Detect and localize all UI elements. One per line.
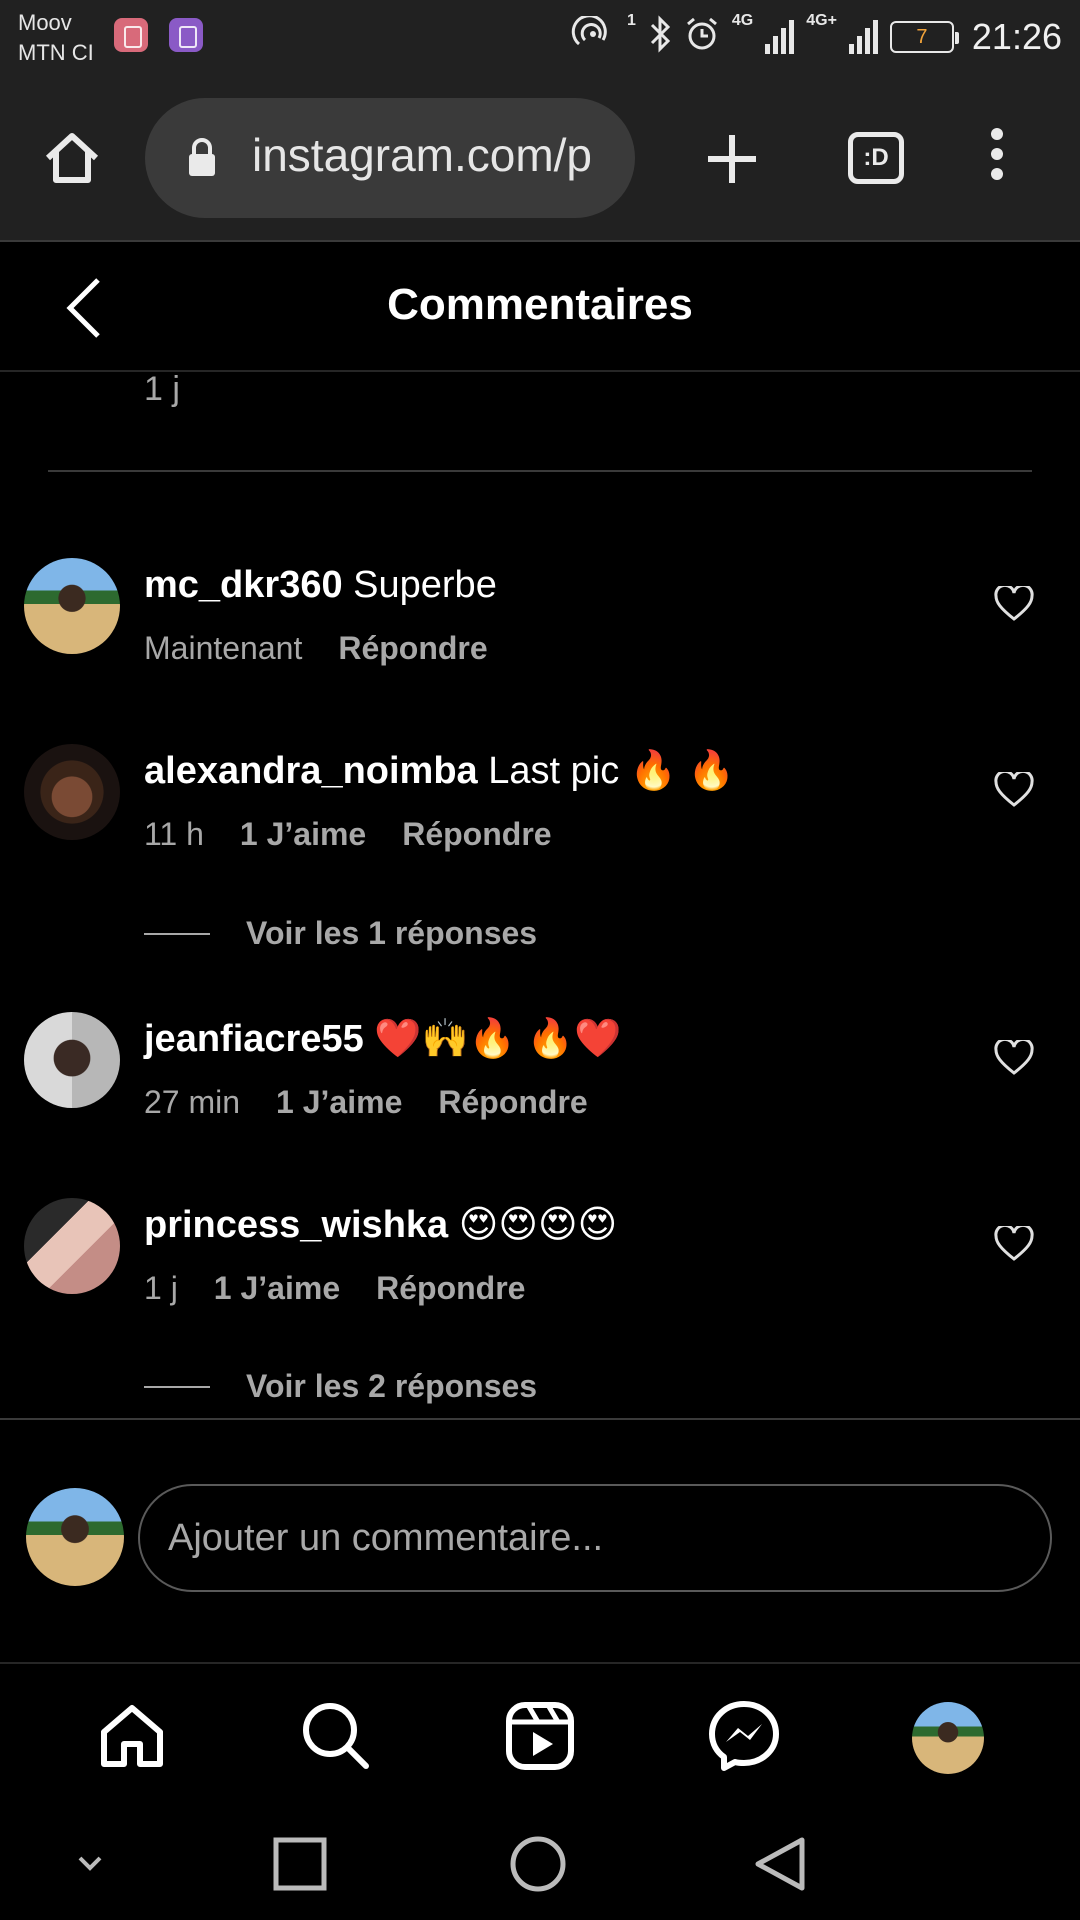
signal-icon-1 [765,20,795,54]
messenger-icon [709,1701,779,1771]
reply-button[interactable]: Répondre [376,1270,525,1307]
avatar[interactable] [24,1198,120,1294]
home-icon [101,1705,163,1767]
comment-time: 27 min [144,1084,241,1120]
chevron-down-icon [78,1856,102,1871]
nav-reels[interactable] [504,1700,576,1772]
network-type-2: 4G+ [806,12,837,29]
signal-icon-2 [848,20,878,54]
avatar[interactable] [24,744,120,840]
comment-text: Last pic 🔥 🔥 [488,750,735,792]
home-circle-icon [510,1836,566,1892]
avatar[interactable] [24,558,120,654]
reply-button[interactable]: Répondre [338,630,487,667]
caption-divider [48,470,1032,472]
recents-button[interactable] [272,1836,328,1892]
clock: 21:26 [971,16,1062,57]
notification-app-icon [114,18,148,52]
comment-username[interactable]: jeanfiacre55 [144,1018,364,1060]
reply-button[interactable]: Répondre [402,816,551,853]
heart-icon[interactable] [994,1040,1034,1076]
lock-icon [189,138,215,176]
comments-header: Commentaires [0,244,1080,372]
comment-username[interactable]: mc_dkr360 [144,564,343,606]
comment-username[interactable]: princess_wishka [144,1204,448,1246]
hotspot-icon [571,14,615,58]
address-bar[interactable]: instagram.com/p [145,98,635,218]
new-tab-button[interactable] [704,131,760,187]
page-title: Commentaires [387,280,693,329]
browser-menu-button[interactable] [985,128,1009,188]
carrier-info: Moov MTN CI [18,8,94,68]
recents-icon [273,1837,327,1891]
current-user-avatar [26,1488,124,1586]
comment-input[interactable] [138,1484,1052,1592]
hotspot-count: 1 [626,12,636,29]
browser-home-button[interactable] [40,126,104,190]
nav-profile-avatar[interactable] [912,1702,984,1774]
carrier-2: MTN CI [18,40,94,65]
nav-home[interactable] [96,1700,168,1772]
reply-button[interactable]: Répondre [438,1084,587,1121]
comment-text: Superbe [353,564,497,606]
bottom-navigation [0,1666,1080,1806]
network-type-1: 4G [731,12,754,29]
view-replies-button[interactable]: Voir les 1 réponses [144,915,537,952]
home-button[interactable] [510,1836,566,1892]
gallery-notification-icon [169,18,203,52]
likes-count[interactable]: 1 J’aime [214,1270,340,1307]
system-navigation [0,1806,1080,1920]
tab-switcher-label: :D [863,144,889,171]
comment-username[interactable]: alexandra_noimba [144,750,478,792]
status-icons: 1 4G 4G+ 7 21:26 [571,12,1062,62]
replies-line [144,932,210,935]
heart-icon[interactable] [994,1226,1034,1262]
heart-icon[interactable] [994,586,1034,622]
bluetooth-icon [648,15,672,59]
carrier-1: Moov [18,10,72,35]
nav-messenger[interactable] [708,1700,780,1772]
back-button-system[interactable] [752,1836,808,1892]
tab-switcher-button[interactable]: :D [848,132,904,184]
reels-icon [506,1702,574,1770]
view-replies-label: Voir les 1 réponses [246,915,538,951]
alarm-icon [684,16,720,58]
view-replies-button[interactable]: Voir les 2 réponses [144,1368,537,1405]
home-icon [45,133,99,183]
comment-time: 1 j [144,1270,178,1306]
url-text: instagram.com/p [252,129,593,181]
likes-count[interactable]: 1 J’aime [240,816,366,853]
comment-text: 😍😍😍😍 [458,1204,618,1246]
previous-comment-time: 1 j [144,370,180,408]
plus-icon [708,135,756,183]
back-triangle-icon [755,1837,805,1891]
battery-icon: 7 [889,21,959,53]
comment-time: 11 h [144,816,204,852]
view-replies-label: Voir les 2 réponses [246,1368,538,1404]
likes-count[interactable]: 1 J’aime [276,1084,402,1121]
status-bar: Moov MTN CI 1 4G 4G+ 7 21:26 [0,0,1080,76]
search-icon [303,1703,369,1769]
replies-line [144,1385,210,1388]
browser-toolbar: instagram.com/p :D [0,76,1080,242]
heart-icon[interactable] [994,772,1034,808]
battery-level: 7 [916,25,928,48]
hide-nav-button[interactable] [62,1836,118,1892]
nav-search[interactable] [300,1700,372,1772]
add-comment-bar [0,1418,1080,1664]
avatar[interactable] [24,1012,120,1108]
comment-text: ❤️🙌🔥 🔥❤️ [374,1018,622,1060]
comment-time: Maintenant [144,630,303,666]
